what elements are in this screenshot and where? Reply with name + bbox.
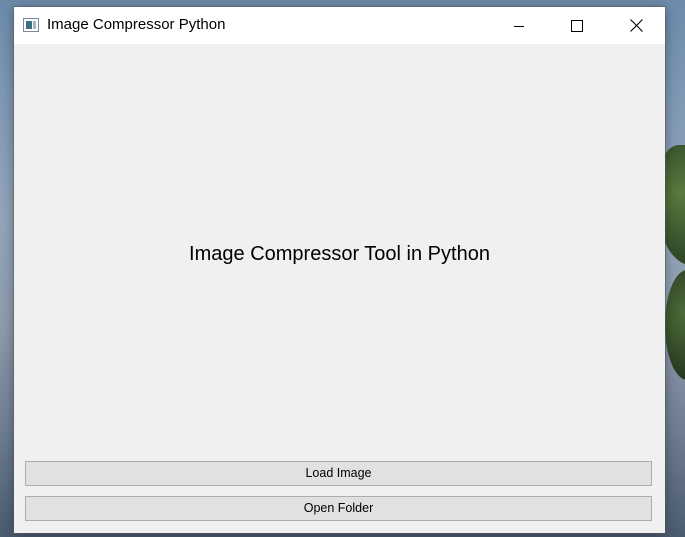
app-icon-panel-left [26, 21, 32, 29]
window-title: Image Compressor Python [47, 16, 226, 33]
load-image-button[interactable]: Load Image [25, 461, 652, 486]
client-area: Image Compressor Tool in Python Load Ima… [14, 44, 665, 533]
main-heading: Image Compressor Tool in Python [189, 243, 490, 265]
minimize-button[interactable] [490, 7, 548, 44]
minimize-icon [514, 25, 524, 27]
open-folder-button[interactable]: Open Folder [25, 496, 652, 521]
maximize-icon [571, 19, 583, 32]
close-button[interactable] [607, 7, 665, 44]
title-bar[interactable]: Image Compressor Python [14, 7, 665, 44]
app-window: Image Compressor Python Image Compressor… [14, 7, 665, 533]
maximize-button[interactable] [548, 7, 606, 44]
app-window-icon[interactable] [23, 18, 39, 32]
app-icon-panel-right [33, 21, 36, 29]
close-icon [629, 19, 643, 32]
desktop-rock-decoration-lower [665, 270, 685, 380]
